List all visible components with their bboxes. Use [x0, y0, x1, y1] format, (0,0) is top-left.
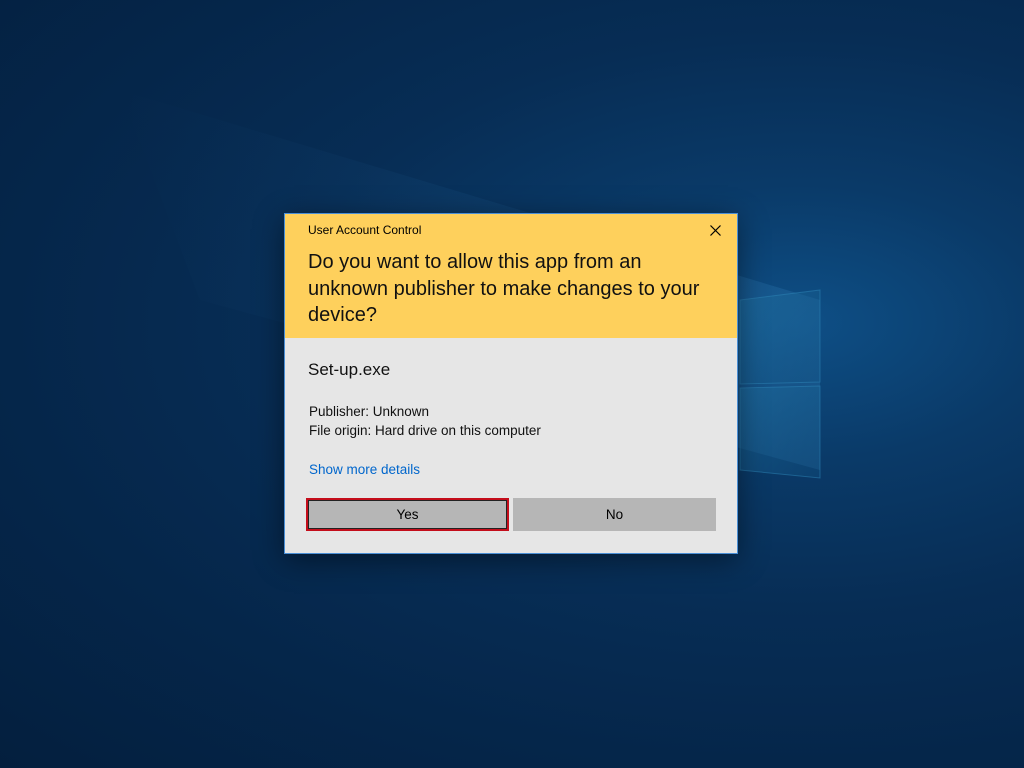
close-icon [709, 225, 721, 236]
yes-button-label: Yes [396, 507, 419, 522]
no-button-label: No [605, 507, 624, 522]
file-origin-text: File origin: Hard drive on this computer [309, 423, 541, 438]
dialog-title: User Account Control [308, 223, 422, 237]
app-name: Set-up.exe [308, 360, 391, 379]
publisher-text: Publisher: Unknown [309, 404, 430, 419]
close-button[interactable] [703, 220, 727, 242]
show-more-details-link[interactable]: Show more details [309, 462, 420, 477]
uac-dialog: User Account Control Do you want to allo… [284, 213, 738, 554]
yes-button[interactable]: Yes [306, 498, 509, 531]
uac-header: User Account Control Do you want to allo… [285, 214, 737, 338]
uac-body: Set-up.exe Publisher: Unknown File origi… [285, 338, 737, 553]
no-button[interactable]: No [513, 498, 716, 531]
uac-question: Do you want to allow this app from an un… [308, 251, 700, 326]
